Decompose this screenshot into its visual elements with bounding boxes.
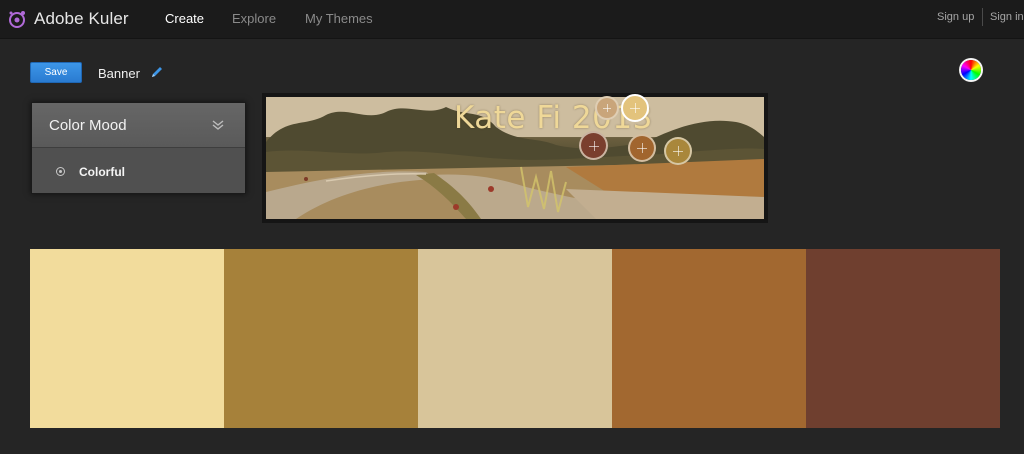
sign-up-link[interactable]: Sign up — [937, 11, 974, 23]
nav-explore[interactable]: Explore — [232, 11, 276, 26]
edit-name-pencil-icon[interactable] — [150, 65, 164, 79]
mood-option-label: Colorful — [79, 165, 125, 179]
color-picker-1[interactable] — [595, 96, 619, 120]
color-swatch-row — [30, 249, 1000, 428]
nav-my-themes[interactable]: My Themes — [305, 11, 373, 26]
color-picker-3[interactable] — [579, 131, 608, 160]
radio-selected-icon[interactable] — [56, 167, 65, 176]
mood-option-colorful[interactable]: Colorful — [32, 148, 245, 194]
color-picker-5[interactable] — [664, 137, 692, 165]
save-button[interactable]: Save — [30, 62, 82, 83]
kuler-logo-icon[interactable] — [7, 8, 29, 30]
color-mood-header[interactable]: Color Mood — [32, 103, 245, 148]
top-navigation-bar: Adobe Kuler Create Explore My Themes Sig… — [0, 0, 1024, 39]
color-mood-panel: Color Mood Colorful — [31, 102, 246, 194]
source-image-frame: Kate Fi 2013 — [262, 93, 768, 223]
color-wheel-icon[interactable] — [961, 60, 981, 80]
color-picker-2[interactable] — [621, 94, 649, 122]
color-swatch-2[interactable] — [224, 249, 418, 428]
app-brand-title[interactable]: Adobe Kuler — [34, 9, 129, 29]
color-mood-title: Color Mood — [49, 117, 127, 134]
theme-name-label[interactable]: Banner — [98, 66, 140, 81]
auth-divider — [982, 8, 983, 26]
double-chevron-down-icon[interactable] — [212, 119, 224, 131]
color-picker-4[interactable] — [628, 134, 656, 162]
color-swatch-3[interactable] — [418, 249, 612, 428]
nav-create[interactable]: Create — [165, 11, 204, 26]
color-swatch-5[interactable] — [806, 249, 1000, 428]
color-swatch-1[interactable] — [30, 249, 224, 428]
sign-in-link[interactable]: Sign in — [990, 11, 1024, 23]
color-swatch-4[interactable] — [612, 249, 806, 428]
